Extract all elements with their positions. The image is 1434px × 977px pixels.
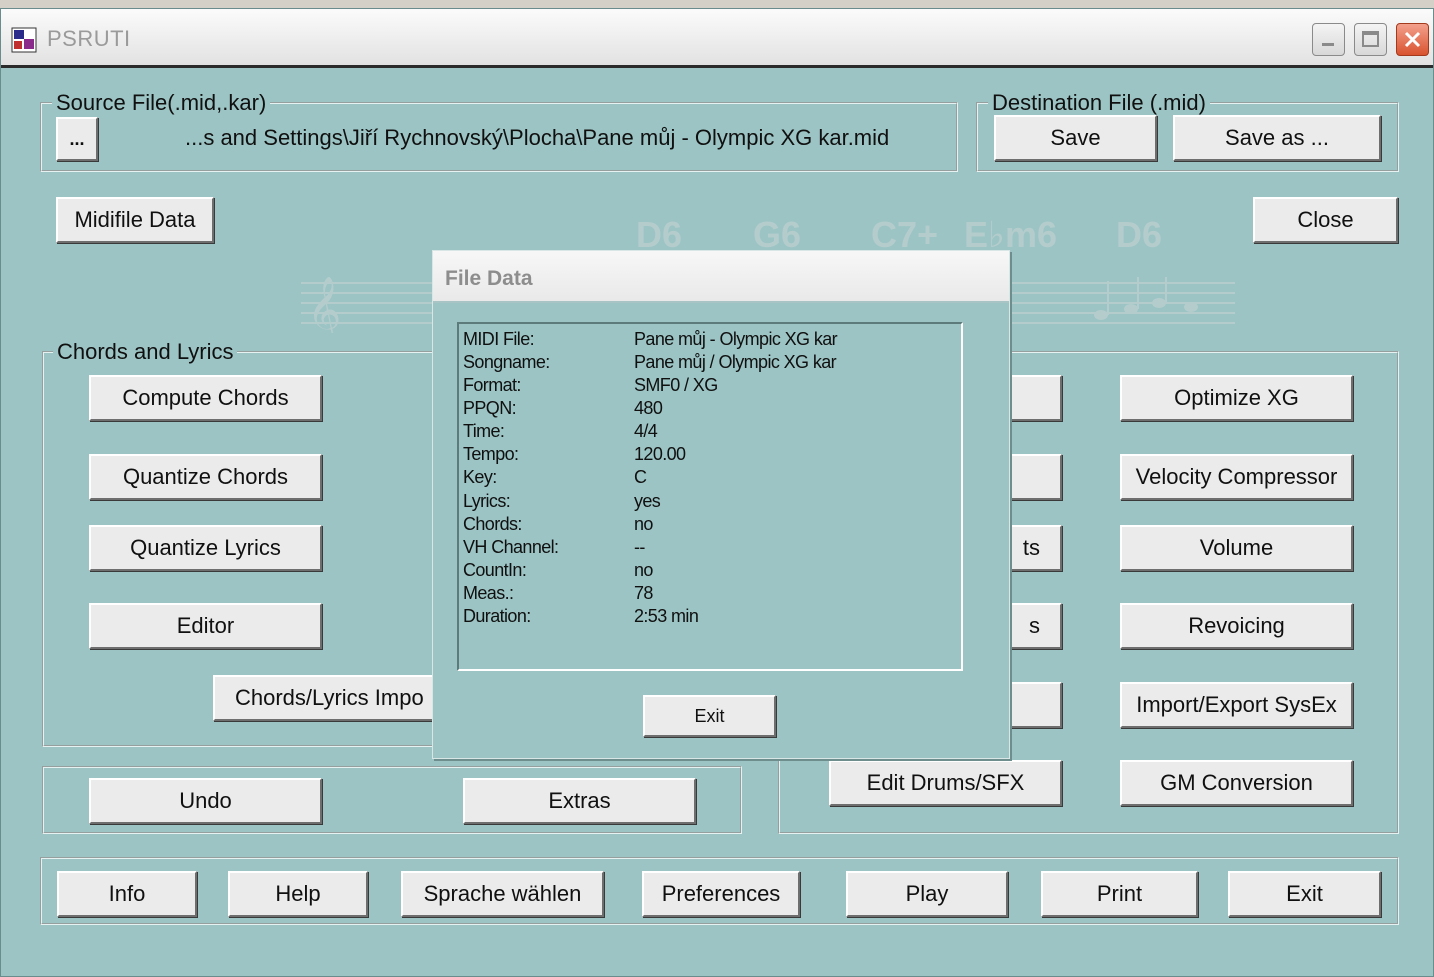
undo-button[interactable]: Undo: [89, 778, 322, 824]
editor-button[interactable]: Editor: [89, 603, 322, 649]
close-icon: [1404, 31, 1421, 48]
extras-button[interactable]: Extras: [463, 778, 696, 824]
info-value: 2:53 min: [634, 606, 699, 626]
info-key: Lyrics:: [463, 491, 511, 511]
chords-lyrics-label: Chords and Lyrics: [53, 339, 238, 365]
file-data-dialog: File Data MIDI File: Pane můj - Olympic …: [432, 250, 1010, 759]
compute-chords-button[interactable]: Compute Chords: [89, 375, 322, 421]
quantize-chords-button[interactable]: Quantize Chords: [89, 454, 322, 500]
quantize-lyrics-button[interactable]: Quantize Lyrics: [89, 525, 322, 571]
info-value: 480: [634, 398, 663, 418]
info-key: Format:: [463, 375, 521, 395]
save-as-button[interactable]: Save as ...: [1173, 115, 1381, 161]
info-value: yes: [634, 491, 661, 511]
help-button[interactable]: Help: [228, 871, 368, 917]
svg-text:𝄞: 𝄞: [307, 277, 341, 333]
exit-button[interactable]: Exit: [1228, 871, 1381, 917]
info-key: Duration:: [463, 606, 531, 626]
main-window: PSRUTI Source File(.mid,.kar) ... ...s a…: [0, 8, 1434, 977]
minimize-icon: [1322, 43, 1334, 46]
file-info-panel: MIDI File: Pane můj - Olympic XG kar Son…: [457, 322, 963, 671]
destination-file-label: Destination File (.mid): [988, 90, 1210, 116]
info-value: 120.00: [634, 444, 686, 464]
bg-chord: D6: [1116, 214, 1163, 255]
edit-drums-sfx-button[interactable]: Edit Drums/SFX: [829, 760, 1062, 806]
info-key: Songname:: [463, 352, 550, 372]
info-button[interactable]: Info: [57, 871, 197, 917]
info-key: VH Channel:: [463, 537, 559, 557]
print-button[interactable]: Print: [1041, 871, 1198, 917]
import-export-sysex-button[interactable]: Import/Export SysEx: [1120, 682, 1353, 728]
info-value: Pane můj / Olympic XG kar: [634, 352, 837, 372]
info-key: Key:: [463, 467, 497, 487]
window-title: PSRUTI: [47, 26, 131, 51]
dialog-title-bar[interactable]: File Data: [433, 251, 1009, 303]
title-bar[interactable]: PSRUTI: [1, 9, 1433, 68]
info-key: MIDI File:: [463, 329, 535, 349]
source-file-label: Source File(.mid,.kar): [52, 90, 271, 116]
info-key: Chords:: [463, 514, 522, 534]
choose-language-button[interactable]: Sprache wählen: [401, 871, 604, 917]
play-button[interactable]: Play: [846, 871, 1008, 917]
dialog-title: File Data: [445, 267, 533, 290]
maximize-button[interactable]: [1354, 23, 1387, 56]
info-key: PPQN:: [463, 398, 517, 418]
save-button[interactable]: Save: [994, 115, 1157, 161]
browse-source-button[interactable]: ...: [56, 117, 98, 161]
maximize-icon: [1362, 31, 1379, 47]
source-file-path: ...s and Settings\Jiří Rychnovský\Plocha…: [185, 125, 890, 150]
minimize-button[interactable]: [1312, 23, 1345, 56]
gm-conversion-button[interactable]: GM Conversion: [1120, 760, 1353, 806]
optimize-xg-button[interactable]: Optimize XG: [1120, 375, 1353, 421]
velocity-compressor-button[interactable]: Velocity Compressor: [1120, 454, 1353, 500]
revoicing-button[interactable]: Revoicing: [1120, 603, 1353, 649]
info-key: CountIn:: [463, 560, 527, 580]
info-value: no: [634, 514, 653, 534]
info-value: 4/4: [634, 421, 658, 441]
info-value: SMF0 / XG: [634, 375, 718, 395]
midifile-data-button[interactable]: Midifile Data: [56, 197, 214, 243]
info-value: C: [634, 467, 647, 487]
info-value: 78: [634, 583, 653, 603]
volume-button[interactable]: Volume: [1120, 525, 1353, 571]
info-key: Meas.:: [463, 583, 514, 603]
info-key: Tempo:: [463, 444, 519, 464]
dialog-exit-button[interactable]: Exit: [643, 695, 776, 737]
info-key: Time:: [463, 421, 505, 441]
close-window-button[interactable]: [1396, 23, 1429, 56]
info-value: --: [634, 537, 645, 557]
chords-lyrics-import-button[interactable]: Chords/Lyrics Impo: [213, 675, 438, 721]
preferences-button[interactable]: Preferences: [642, 871, 800, 917]
info-value: Pane můj - Olympic XG kar: [634, 329, 838, 349]
info-value: no: [634, 560, 653, 580]
close-button[interactable]: Close: [1253, 197, 1398, 243]
app-icon: [11, 27, 37, 53]
